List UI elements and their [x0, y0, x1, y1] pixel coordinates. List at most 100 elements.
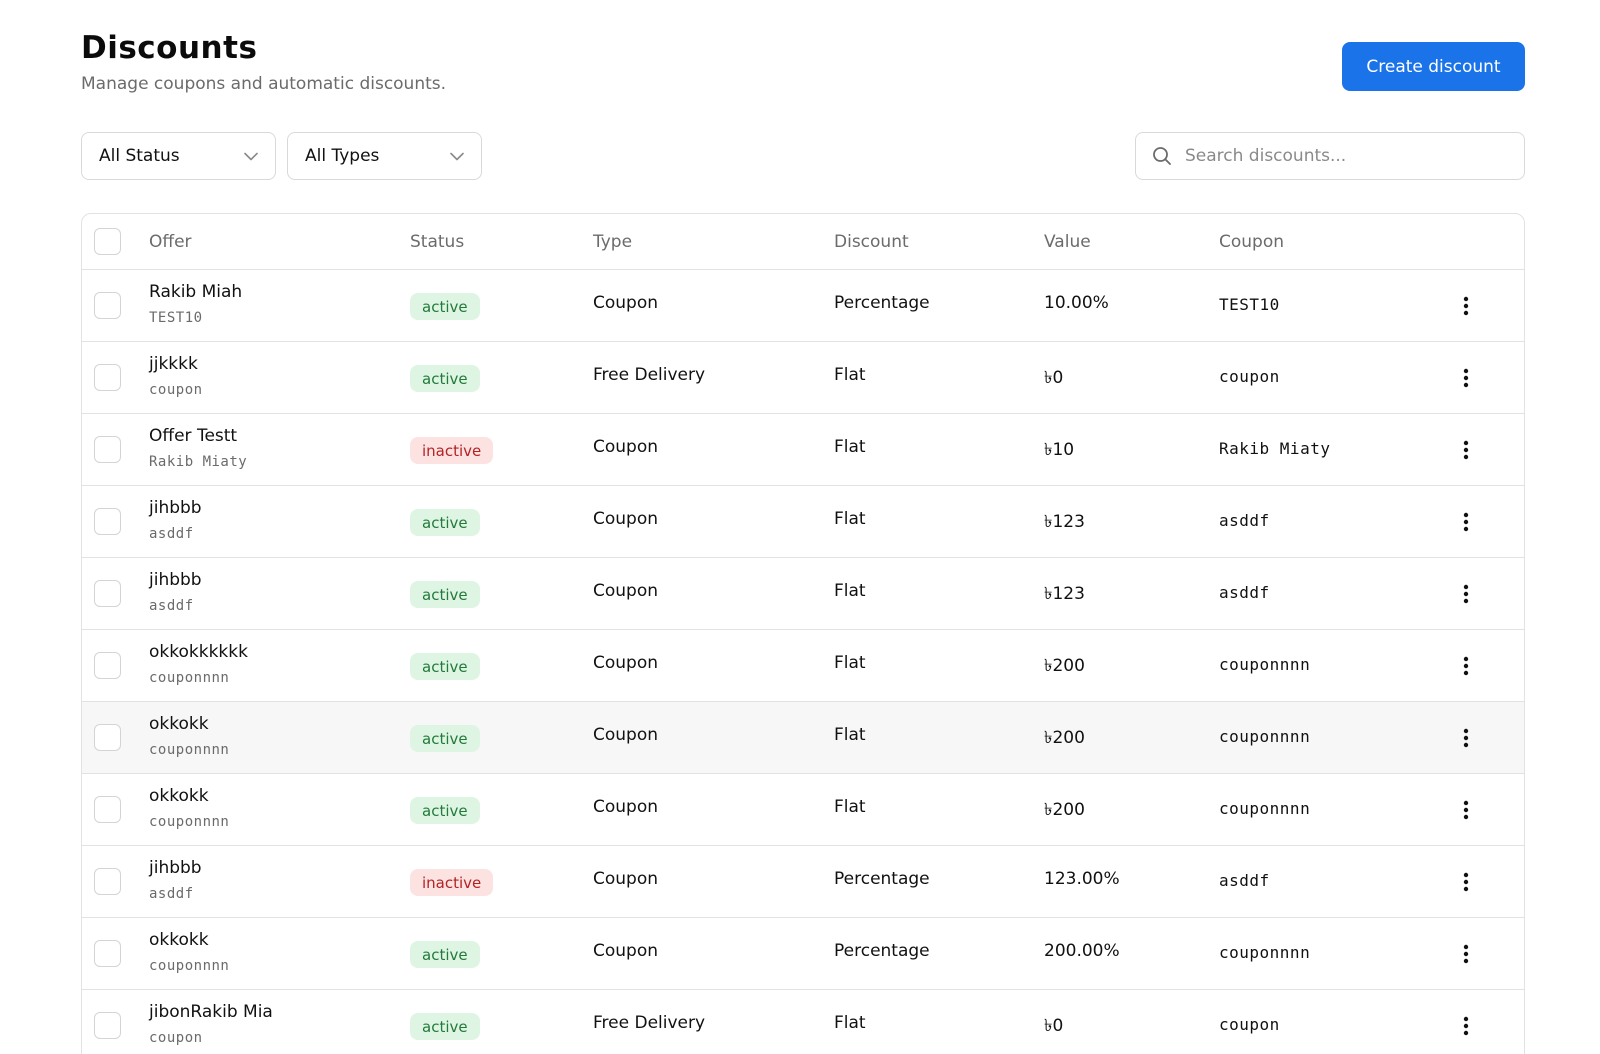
- chevron-down-icon: [450, 149, 464, 163]
- table-row[interactable]: okkokkkkkk couponnnn active Coupon Flat ৳200 c…: [82, 630, 1524, 702]
- type-cell: Coupon: [593, 437, 659, 457]
- discount-cell: Flat: [834, 1013, 866, 1033]
- type-cell: Coupon: [593, 869, 659, 889]
- row-checkbox[interactable]: [94, 1012, 121, 1039]
- value-cell: 123.00%: [1044, 869, 1120, 889]
- offer-name: jihbbb: [149, 570, 202, 590]
- type-filter-select[interactable]: All Types: [287, 132, 482, 180]
- offer-code: asddf: [149, 598, 194, 614]
- type-cell: Free Delivery: [593, 1013, 706, 1033]
- row-checkbox[interactable]: [94, 508, 121, 535]
- status-badge: active: [410, 293, 480, 320]
- column-header-value: Value: [1044, 232, 1091, 252]
- more-vertical-icon[interactable]: [1454, 942, 1478, 966]
- status-badge: active: [410, 725, 480, 752]
- status-badge: active: [410, 1013, 480, 1040]
- status-badge: active: [410, 509, 480, 536]
- row-checkbox[interactable]: [94, 796, 121, 823]
- discount-cell: Percentage: [834, 869, 930, 889]
- offer-name: jjkkkk: [149, 354, 198, 374]
- coupon-cell: coupon: [1219, 1015, 1280, 1034]
- offer-name: jihbbb: [149, 498, 202, 518]
- search-box[interactable]: [1135, 132, 1525, 180]
- offer-name: Offer Testt: [149, 426, 238, 446]
- type-cell: Coupon: [593, 653, 659, 673]
- type-cell: Coupon: [593, 509, 659, 529]
- coupon-cell: Rakib Miaty: [1219, 439, 1331, 458]
- discount-cell: Flat: [834, 797, 866, 817]
- table-row[interactable]: jihbbb asddf inactive Coupon Percentage 123.0…: [82, 846, 1524, 918]
- column-header-coupon: Coupon: [1219, 232, 1285, 252]
- more-vertical-icon[interactable]: [1454, 366, 1478, 390]
- offer-code: couponnnn: [149, 670, 230, 686]
- page-header: Discounts Manage coupons and automatic d…: [81, 30, 446, 94]
- row-checkbox[interactable]: [94, 868, 121, 895]
- more-vertical-icon[interactable]: [1454, 1014, 1478, 1038]
- offer-code: asddf: [149, 526, 194, 542]
- row-checkbox[interactable]: [94, 652, 121, 679]
- status-badge: active: [410, 797, 480, 824]
- offer-code: coupon: [149, 382, 203, 398]
- status-filter-select[interactable]: All Status: [81, 132, 276, 180]
- more-vertical-icon[interactable]: [1454, 438, 1478, 462]
- more-vertical-icon[interactable]: [1454, 294, 1478, 318]
- value-cell: 200.00%: [1044, 941, 1120, 961]
- table-row[interactable]: jihbbb asddf active Coupon Flat ৳123 asddf: [82, 558, 1524, 630]
- row-checkbox[interactable]: [94, 580, 121, 607]
- more-vertical-icon[interactable]: [1454, 870, 1478, 894]
- column-header-offer: Offer: [149, 232, 192, 252]
- coupon-cell: couponnnn: [1219, 943, 1311, 962]
- type-cell: Coupon: [593, 941, 659, 961]
- type-cell: Coupon: [593, 581, 659, 601]
- offer-code: couponnnn: [149, 742, 230, 758]
- status-filter-value: All Status: [99, 146, 180, 166]
- value-cell: ৳123: [1044, 512, 1085, 532]
- row-checkbox[interactable]: [94, 724, 121, 751]
- discount-cell: Flat: [834, 581, 866, 601]
- column-header-status: Status: [410, 232, 465, 252]
- value-cell: ৳0: [1044, 1016, 1064, 1036]
- create-discount-button[interactable]: Create discount: [1342, 42, 1525, 91]
- coupon-cell: couponnnn: [1219, 727, 1311, 746]
- table-row[interactable]: okkokk couponnnn active Coupon Percentage 200…: [82, 918, 1524, 990]
- row-checkbox[interactable]: [94, 364, 121, 391]
- coupon-cell: couponnnn: [1219, 655, 1311, 674]
- more-vertical-icon[interactable]: [1454, 510, 1478, 534]
- more-vertical-icon[interactable]: [1454, 798, 1478, 822]
- table-row[interactable]: Rakib Miah TEST10 active Coupon Percentage 10…: [82, 270, 1524, 342]
- search-input[interactable]: [1185, 146, 1508, 166]
- value-cell: ৳200: [1044, 728, 1085, 748]
- more-vertical-icon[interactable]: [1454, 726, 1478, 750]
- column-header-type: Type: [593, 232, 633, 252]
- table-row[interactable]: Offer Testt Rakib Miaty inactive Coupon Flat…: [82, 414, 1524, 486]
- table-row[interactable]: jjkkkk coupon active Free Delivery Flat ৳0 cou…: [82, 342, 1524, 414]
- coupon-cell: asddf: [1219, 511, 1270, 530]
- discount-cell: Flat: [834, 437, 866, 457]
- discount-cell: Flat: [834, 365, 866, 385]
- more-vertical-icon[interactable]: [1454, 582, 1478, 606]
- type-filter-value: All Types: [305, 146, 380, 166]
- table-row[interactable]: okkokk couponnnn active Coupon Flat ৳200 coupo…: [82, 774, 1524, 846]
- status-badge: active: [410, 941, 480, 968]
- table-body: Rakib Miah TEST10 active Coupon Percentage 10…: [82, 270, 1524, 1054]
- coupon-cell: asddf: [1219, 871, 1270, 890]
- offer-name: Rakib Miah: [149, 282, 243, 302]
- type-cell: Coupon: [593, 797, 659, 817]
- row-checkbox[interactable]: [94, 436, 121, 463]
- table-row[interactable]: jihbbb asddf active Coupon Flat ৳123 asddf: [82, 486, 1524, 558]
- coupon-cell: couponnnn: [1219, 799, 1311, 818]
- more-vertical-icon[interactable]: [1454, 654, 1478, 678]
- status-badge: inactive: [410, 869, 494, 896]
- type-cell: Coupon: [593, 725, 659, 745]
- select-all-checkbox[interactable]: [94, 228, 121, 255]
- table-row[interactable]: jibonRakib Mia coupon active Free Delivery F…: [82, 990, 1524, 1054]
- row-checkbox[interactable]: [94, 292, 121, 319]
- offer-code: couponnnn: [149, 958, 230, 974]
- type-cell: Coupon: [593, 293, 659, 313]
- offer-code: Rakib Miaty: [149, 454, 248, 470]
- value-cell: ৳123: [1044, 584, 1085, 604]
- row-checkbox[interactable]: [94, 940, 121, 967]
- table-row[interactable]: okkokk couponnnn active Coupon Flat ৳200 coupo…: [82, 702, 1524, 774]
- offer-name: okkokk: [149, 714, 209, 734]
- status-badge: active: [410, 581, 480, 608]
